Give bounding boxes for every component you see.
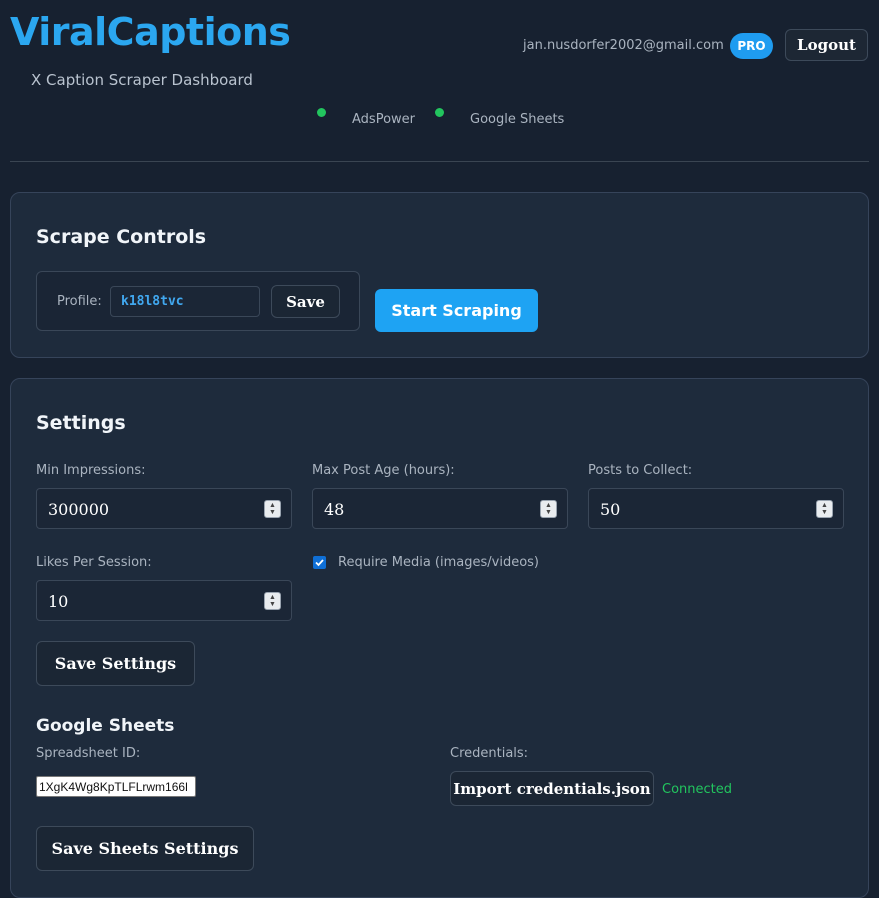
posts-to-collect-spinner[interactable]: ▲ ▼ <box>816 500 833 518</box>
adspower-status-label: AdsPower <box>352 112 415 127</box>
settings-title: Settings <box>36 412 126 434</box>
start-scraping-button[interactable]: Start Scraping <box>375 289 538 332</box>
page-subtitle: X Caption Scraper Dashboard <box>31 71 253 89</box>
save-settings-button[interactable]: Save Settings <box>36 641 195 686</box>
posts-to-collect-label: Posts to Collect: <box>588 463 693 478</box>
likes-per-session-value: 10 <box>48 592 69 611</box>
max-post-age-label: Max Post Age (hours): <box>312 463 455 478</box>
brand-title: ViralCaptions <box>10 10 291 54</box>
min-impressions-label: Min Impressions: <box>36 463 146 478</box>
min-impressions-input[interactable]: 300000 ▲ ▼ <box>36 488 292 529</box>
profile-group: Profile: Save <box>36 271 360 331</box>
user-email: jan.nusdorfer2002@gmail.com <box>523 38 724 53</box>
credentials-label: Credentials: <box>450 746 529 761</box>
connection-status: Connected <box>662 782 733 797</box>
profile-label: Profile: <box>57 294 102 309</box>
profile-save-button[interactable]: Save <box>271 285 340 318</box>
logout-button[interactable]: Logout <box>785 29 868 61</box>
header-divider <box>10 161 869 162</box>
require-media-checkbox[interactable] <box>313 556 326 569</box>
settings-card: Settings Min Impressions: 300000 ▲ ▼ Max … <box>10 378 869 898</box>
posts-to-collect-value: 50 <box>600 500 621 519</box>
profile-input[interactable] <box>110 286 260 317</box>
scrape-controls-card: Scrape Controls Profile: Save Start Scra… <box>10 192 869 358</box>
likes-per-session-spinner[interactable]: ▲ ▼ <box>264 592 281 610</box>
likes-per-session-input[interactable]: 10 ▲ ▼ <box>36 580 292 621</box>
max-post-age-value: 48 <box>324 500 345 519</box>
adspower-status-dot <box>317 108 326 117</box>
pro-badge: PRO <box>730 33 773 59</box>
checkmark-icon <box>315 559 324 567</box>
min-impressions-value: 300000 <box>48 500 110 519</box>
save-sheets-settings-button[interactable]: Save Sheets Settings <box>36 826 254 871</box>
max-post-age-spinner[interactable]: ▲ ▼ <box>540 500 557 518</box>
spreadsheet-id-label: Spreadsheet ID: <box>36 746 141 761</box>
likes-per-session-label: Likes Per Session: <box>36 555 152 570</box>
max-post-age-input[interactable]: 48 ▲ ▼ <box>312 488 568 529</box>
posts-to-collect-input[interactable]: 50 ▲ ▼ <box>588 488 844 529</box>
import-credentials-button[interactable]: Import credentials.json <box>450 771 654 806</box>
sheets-status-dot <box>435 108 444 117</box>
scrape-controls-title: Scrape Controls <box>36 226 207 248</box>
spreadsheet-id-input[interactable] <box>36 776 196 797</box>
require-media-label: Require Media (images/videos) <box>338 555 539 570</box>
min-impressions-spinner[interactable]: ▲ ▼ <box>264 500 281 518</box>
google-sheets-title: Google Sheets <box>36 716 175 736</box>
sheets-status-label: Google Sheets <box>470 112 565 127</box>
